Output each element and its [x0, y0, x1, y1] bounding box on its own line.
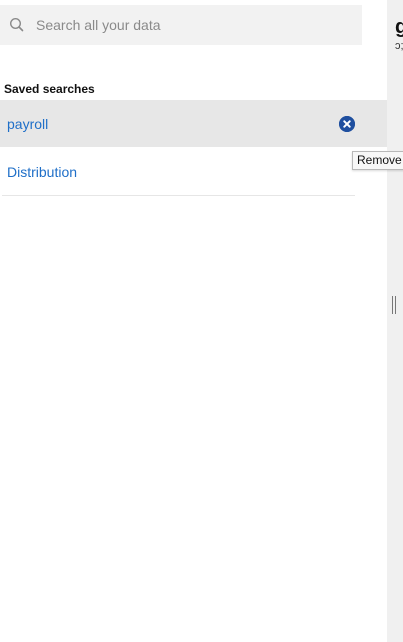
panel-splitter[interactable]	[387, 0, 403, 642]
saved-search-item[interactable]: payroll	[0, 100, 387, 147]
remove-tooltip: Remove	[352, 151, 403, 170]
remove-button[interactable]	[339, 116, 355, 132]
close-icon	[339, 116, 355, 132]
saved-searches-heading: Saved searches	[4, 82, 95, 96]
saved-searches-panel: Saved searches payroll Distribution	[0, 0, 387, 642]
drag-handle-icon[interactable]	[391, 296, 397, 314]
saved-search-link[interactable]: Distribution	[7, 164, 77, 180]
search-input[interactable]	[36, 17, 336, 33]
saved-search-link[interactable]: payroll	[7, 116, 48, 132]
page-heading-fragment: g	[395, 16, 403, 38]
main-content-edge: g ɔ;	[395, 0, 403, 60]
page-subtext-fragment: ɔ;	[395, 40, 403, 52]
search-box[interactable]	[0, 5, 362, 45]
search-icon	[9, 17, 25, 33]
divider	[2, 195, 355, 196]
saved-search-item[interactable]: Distribution	[0, 148, 387, 195]
